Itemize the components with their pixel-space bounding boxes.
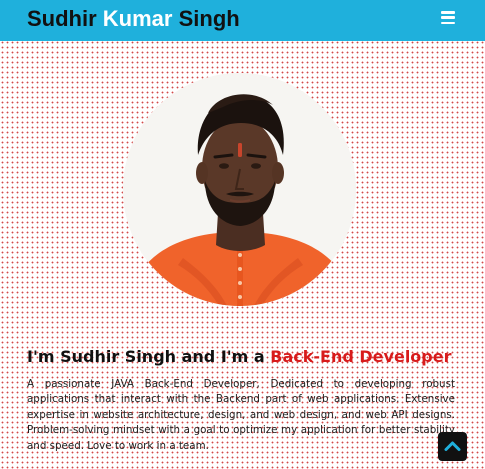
scroll-to-top-button[interactable] (438, 432, 467, 461)
hero-bio: A passionate JAVA Back-End Developer, De… (27, 378, 455, 452)
site-logo[interactable]: Sudhir Kumar Singh (27, 5, 240, 33)
brand-last-name: Singh (178, 6, 240, 31)
navbar: Sudhir Kumar Singh (0, 0, 485, 41)
brand-first-name: Sudhir (27, 6, 97, 31)
hero-headline: I'm Sudhir Singh and I'm a Back-End Deve… (27, 346, 451, 368)
hamburger-menu-icon[interactable] (441, 11, 455, 25)
chevron-up-icon (444, 441, 461, 451)
headline-intro: I'm Sudhir Singh and I'm a (27, 347, 265, 366)
profile-photo (123, 73, 356, 306)
brand-middle-name: Kumar (102, 6, 173, 31)
headline-role: Back-End Developer (270, 347, 452, 366)
